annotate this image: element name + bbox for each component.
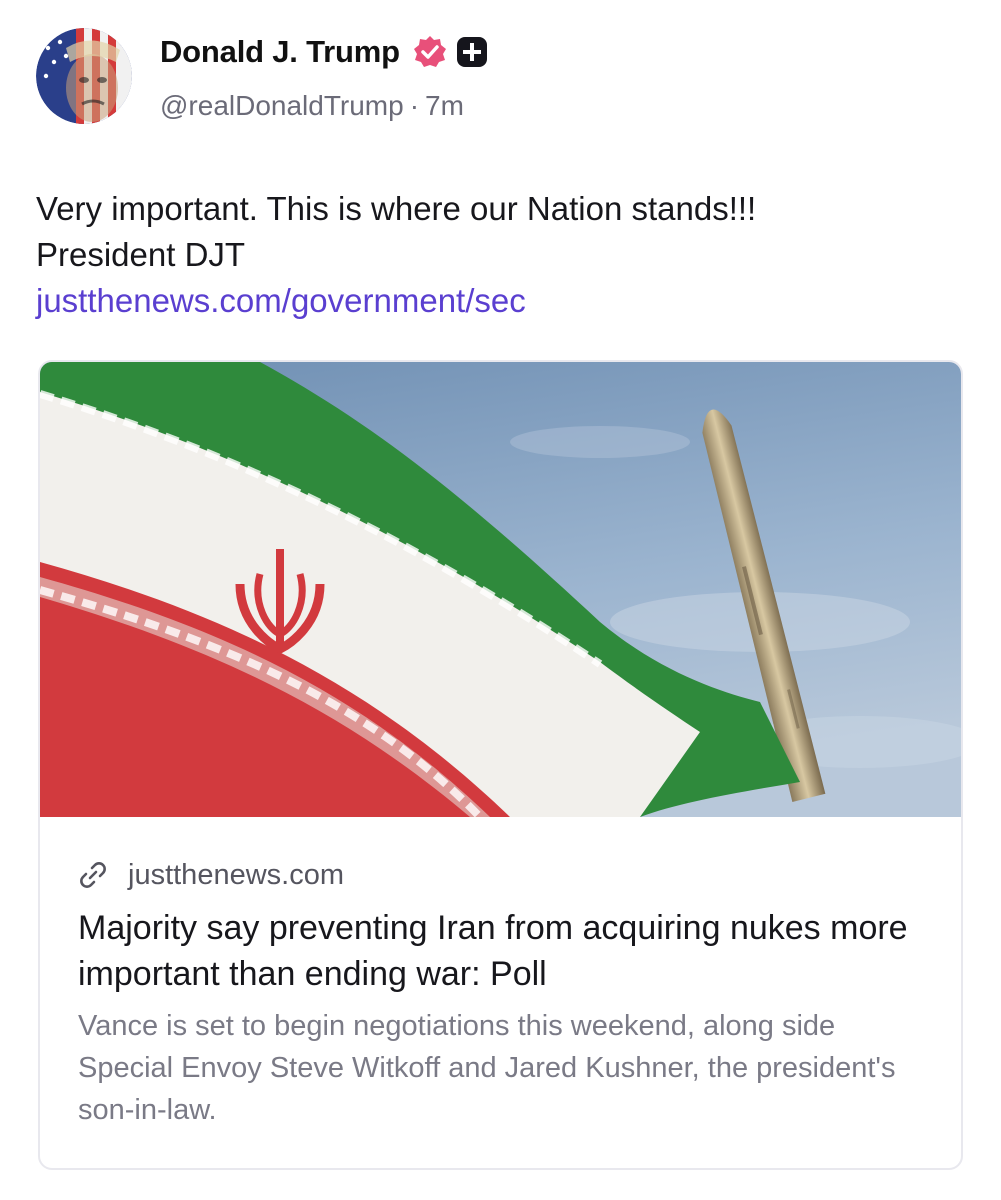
handle-row: @realDonaldTrump · 7m [160, 90, 464, 122]
display-name[interactable]: Donald J. Trump [160, 34, 400, 70]
post-header: Donald J. Trump @realDonaldTrump · 7m [36, 28, 966, 128]
plus-badge-icon [456, 36, 488, 68]
link-preview-body: justthenews.com Majority say preventing … [40, 817, 961, 1168]
link-preview-description: Vance is set to begin negotiations this … [78, 1010, 896, 1126]
separator: · [409, 90, 420, 121]
post-link[interactable]: justthenews.com/government/sec [36, 278, 966, 324]
timestamp[interactable]: 7m [425, 90, 464, 121]
avatar[interactable] [36, 28, 132, 124]
post-body: Very important. This is where our Nation… [36, 186, 966, 324]
link-icon [78, 860, 108, 890]
link-preview-domain: justthenews.com [128, 858, 344, 891]
handle[interactable]: @realDonaldTrump [160, 90, 404, 121]
post-text-line-1: Very important. This is where our Nation… [36, 190, 757, 227]
link-preview-image[interactable] [40, 362, 961, 820]
name-row: Donald J. Trump [160, 34, 488, 70]
post-text-line-2: President DJT [36, 236, 246, 273]
verified-badge-icon [412, 34, 448, 70]
link-preview-domain-row: justthenews.com [78, 857, 927, 893]
avatar-image [36, 28, 132, 124]
link-preview-card[interactable]: justthenews.com Majority say preventing … [38, 360, 963, 1170]
link-preview-title[interactable]: Majority say preventing Iran from acquir… [78, 905, 927, 997]
